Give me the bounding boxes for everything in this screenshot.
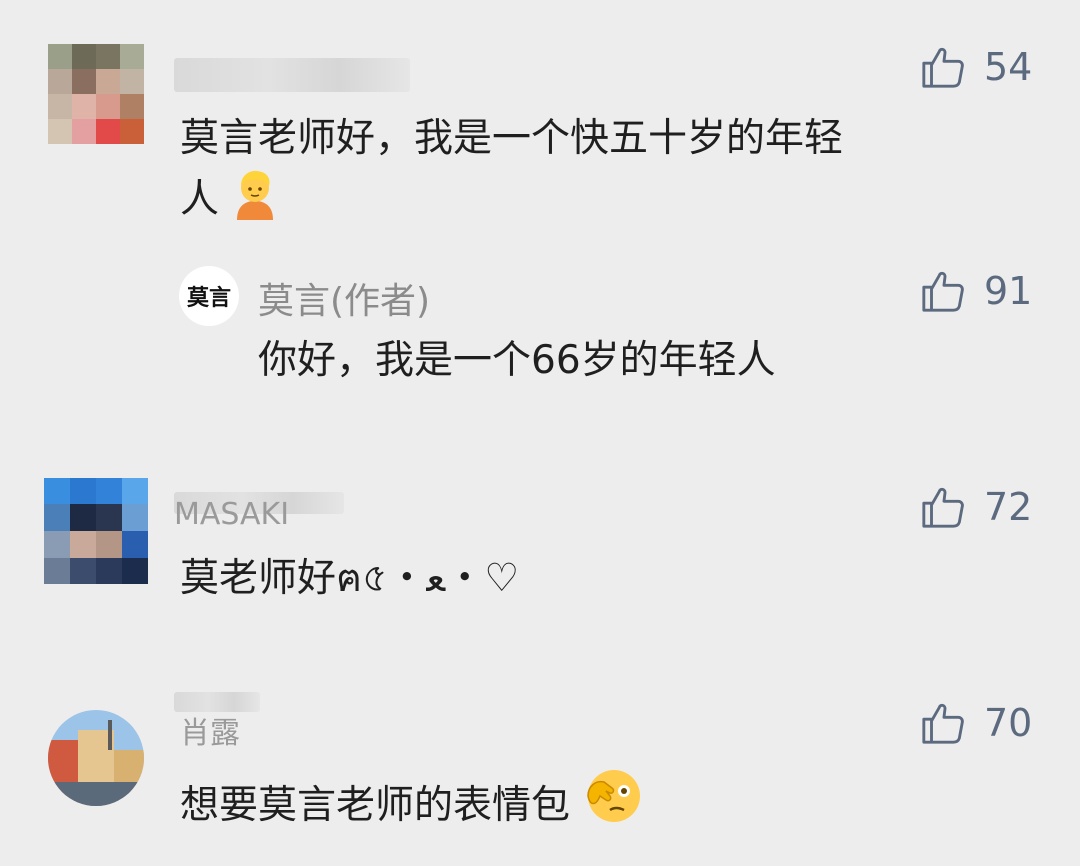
author-avatar[interactable]: 莫言 bbox=[179, 266, 239, 326]
comment-text-line: 莫言老师好，我是一个快五十岁的年轻 bbox=[180, 116, 844, 161]
like-button[interactable]: 72 bbox=[920, 482, 1032, 532]
like-count: 72 bbox=[984, 485, 1033, 529]
like-button[interactable]: 91 bbox=[920, 266, 1032, 316]
comment-text: 莫言老师好，我是一个快五十岁的年轻 人 bbox=[180, 110, 843, 237]
avatar[interactable] bbox=[44, 478, 148, 584]
comment-text-line: 人 bbox=[180, 177, 220, 222]
like-count: 54 bbox=[984, 45, 1033, 89]
thumbs-up-icon bbox=[922, 47, 964, 88]
comment-text: 莫老师好ฅ৫・ﻌ・♡ bbox=[180, 556, 520, 601]
username[interactable]: 肖露 bbox=[180, 708, 240, 752]
like-count: 70 bbox=[984, 701, 1033, 745]
reply-text: 你好，我是一个66岁的年轻人 bbox=[258, 338, 776, 383]
like-count: 91 bbox=[984, 269, 1033, 313]
like-button[interactable]: 70 bbox=[920, 698, 1032, 748]
username[interactable]: MASAKI bbox=[174, 497, 289, 527]
like-button[interactable]: 54 bbox=[920, 42, 1032, 92]
person-emoji bbox=[231, 168, 279, 237]
thumbs-up-icon bbox=[922, 703, 964, 744]
thumbs-up-icon bbox=[922, 487, 964, 528]
comment-text-line: 想要莫言老师的表情包 bbox=[180, 783, 571, 828]
thumbs-up-icon bbox=[922, 271, 964, 312]
avatar[interactable] bbox=[48, 710, 144, 806]
username-blurred[interactable] bbox=[174, 58, 410, 92]
face-with-hand-over-eye-emoji bbox=[582, 766, 642, 843]
comment-text: 想要莫言老师的表情包 bbox=[180, 766, 642, 843]
author-name[interactable]: 莫言(作者) bbox=[258, 272, 430, 324]
avatar[interactable] bbox=[48, 44, 144, 144]
